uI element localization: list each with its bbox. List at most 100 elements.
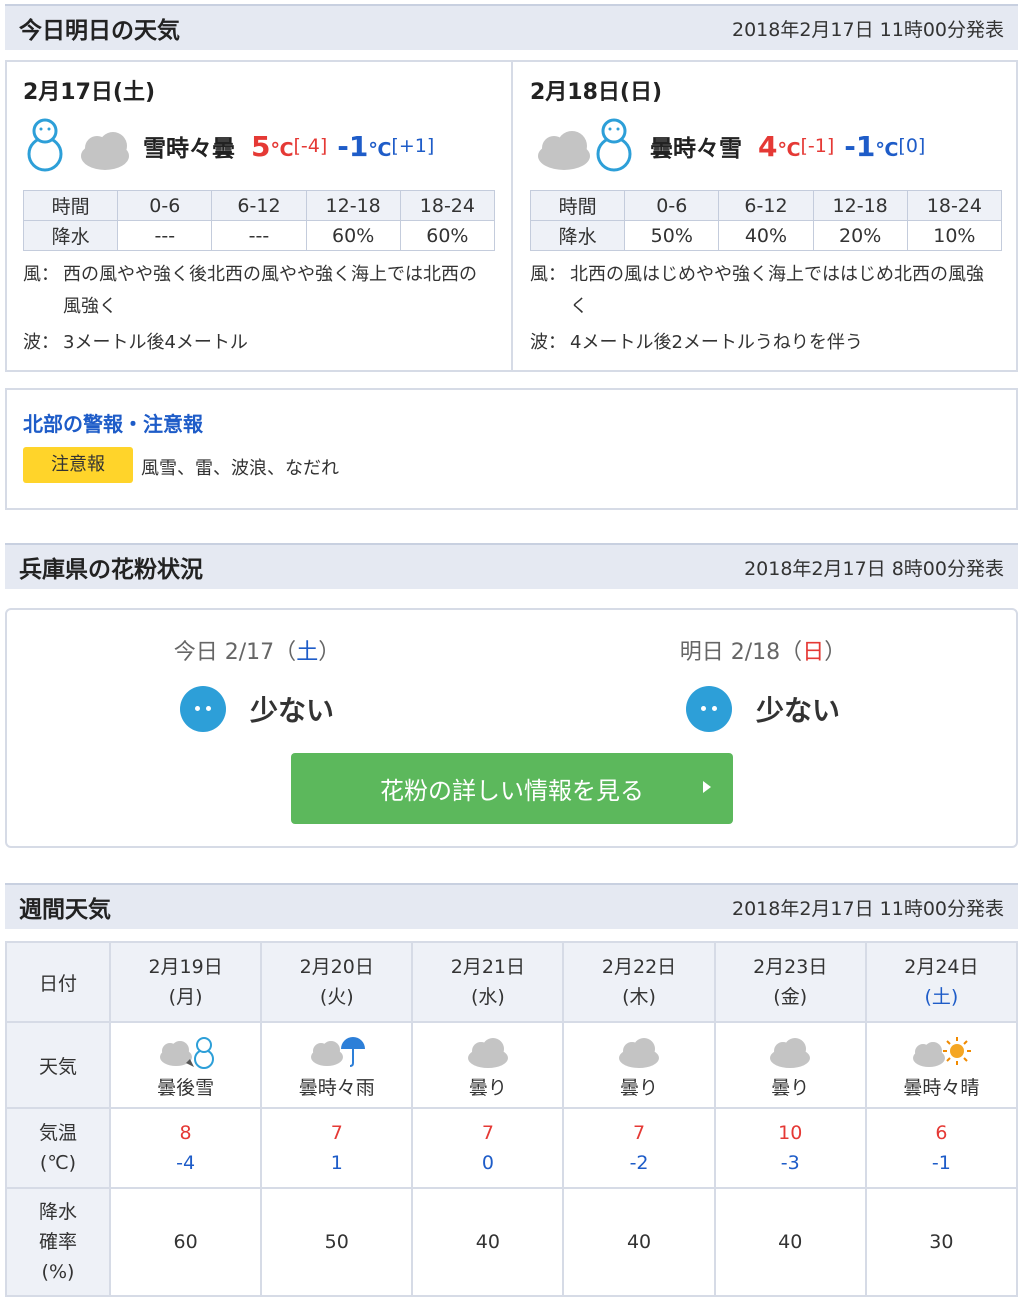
day-date: 2月18日(日) bbox=[530, 80, 663, 105]
week-weather-cell: 曇り bbox=[411, 1021, 565, 1109]
weather-name: 雪時々曇 bbox=[143, 136, 235, 162]
cloud-icon bbox=[538, 131, 590, 170]
week-weather-cell: 曇後雪 bbox=[108, 1021, 263, 1109]
temp-high-diff: [-1] bbox=[800, 135, 835, 157]
week-temp-cell: 8 -4 bbox=[108, 1107, 263, 1189]
week-date-cell: 2月22日 (木) bbox=[562, 941, 716, 1023]
precip-cell: 50% bbox=[624, 220, 720, 251]
week-date-cell: 2月21日 (水) bbox=[411, 941, 565, 1023]
weather-icon-group bbox=[530, 116, 640, 176]
week-precip-cell: 50 bbox=[260, 1187, 414, 1297]
published-time: 2018年2月17日 8時00分発表 bbox=[744, 557, 1004, 580]
precip-header-cell: 0-6 bbox=[624, 190, 720, 221]
temp-high: 4℃ bbox=[758, 129, 801, 163]
precip-header-cell: 6-12 bbox=[211, 190, 307, 221]
precip-header-cell: 0-6 bbox=[117, 190, 213, 221]
published-time: 2018年2月17日 11時00分発表 bbox=[731, 897, 1004, 920]
today-tomorrow-header: 今日明日の天気 2018年2月17日 11時00分発表 bbox=[5, 4, 1018, 50]
pollen-details-button[interactable]: 花粉の詳しい情報を見る bbox=[291, 753, 733, 824]
week-temp-cell: 70 bbox=[411, 1107, 565, 1189]
precip-cell: 10% bbox=[906, 220, 1003, 251]
precip-header-cell: 6-12 bbox=[718, 190, 814, 221]
week-temp-cell: 10 -3 bbox=[713, 1107, 867, 1189]
week-weather-cell: 曇時々雨 bbox=[260, 1021, 414, 1109]
warning-link[interactable]: 北部の警報・注意報 bbox=[23, 408, 203, 437]
temp-low-diff: [0] bbox=[898, 135, 926, 157]
pollen-header: 兵庫県の花粉状況 2018年2月17日 8時00分発表 bbox=[5, 543, 1018, 589]
pollen-face-icon bbox=[179, 686, 226, 732]
week-date-cell: 2月23日 (金) bbox=[713, 941, 867, 1023]
week-date-cell: 2月19日 (月) bbox=[108, 941, 263, 1023]
temp-low-diff: [+1] bbox=[391, 135, 435, 157]
pollen-level: 少ない bbox=[249, 694, 334, 727]
week-weather-cell: 曇時々晴 bbox=[864, 1021, 1019, 1109]
pollen-today: 今日 2/17（土） 少ない bbox=[7, 610, 507, 732]
precip-header-cell: 12-18 bbox=[812, 190, 908, 221]
precip-header-cell: 18-24 bbox=[906, 190, 1003, 221]
weekly-table: 日付 2月19日 (月) 2月20日 (火) 2月21日 (水) 2月22日 (木) 2… bbox=[5, 941, 1019, 1297]
wind-info: 風： 北西の風はじめやや強く海上でははじめ北西の風強く bbox=[530, 264, 984, 317]
temp-low: -1℃ bbox=[844, 129, 899, 163]
today-tomorrow-panel: 2月17日(土) 雪時々曇 5℃ [-4] -1℃ [+1] 時間 0-6 6-… bbox=[5, 60, 1018, 372]
precip-header-cell: 時間 bbox=[529, 190, 626, 221]
button-label: 花粉の詳しい情報を見る bbox=[380, 777, 644, 805]
cloud-sun-icon bbox=[901, 1031, 981, 1071]
precip-cell: 降水 bbox=[22, 220, 119, 251]
row-label-temp: 気温 (℃) bbox=[5, 1107, 111, 1189]
precip-cell: 20% bbox=[812, 220, 908, 251]
cloud-icon bbox=[599, 1031, 679, 1071]
precip-cell: --- bbox=[117, 220, 213, 251]
week-date-cell: 2月20日 (火) bbox=[260, 941, 414, 1023]
week-precip-cell: 40 bbox=[411, 1187, 565, 1297]
wind-info: 風： 西の風やや強く後北西の風やや強く海上では北西の風強く bbox=[23, 264, 477, 317]
precip-header-cell: 時間 bbox=[22, 190, 119, 221]
temp-low: -1℃ bbox=[337, 129, 392, 163]
week-temp-cell: 6 -1 bbox=[864, 1107, 1019, 1189]
precip-cell: 40% bbox=[718, 220, 814, 251]
arrow-right-icon bbox=[703, 781, 711, 793]
day-date: 2月17日(土) bbox=[23, 80, 156, 105]
precip-cell: 降水 bbox=[529, 220, 626, 251]
section-title: 週間天気 bbox=[19, 897, 111, 923]
pollen-level: 少ない bbox=[755, 694, 840, 727]
row-label-precip: 降水 確率 (%) bbox=[5, 1187, 111, 1297]
cloud-umbrella-icon bbox=[297, 1031, 377, 1071]
precip-cell: --- bbox=[211, 220, 307, 251]
cloud-icon bbox=[448, 1031, 528, 1071]
pollen-panel: 今日 2/17（土） 少ない 明日 2/18（日） 少ない 花粉の詳しい情報を見… bbox=[5, 608, 1018, 848]
week-precip-cell: 40 bbox=[713, 1187, 867, 1297]
pollen-face-icon bbox=[685, 686, 732, 732]
pollen-date: 明日 2/18（日） bbox=[679, 640, 847, 665]
weekly-header: 週間天気 2018年2月17日 11時00分発表 bbox=[5, 883, 1018, 929]
week-temp-cell: 71 bbox=[260, 1107, 414, 1189]
wave-info: 波： 3メートル後4メートル bbox=[23, 332, 248, 353]
day-card-tomorrow: 2月18日(日) 曇時々雪 4℃ [-1] -1℃ [0] 時間 0-6 6-1… bbox=[514, 62, 1018, 370]
week-weather-cell: 曇り bbox=[562, 1021, 716, 1109]
snowman-icon bbox=[596, 118, 632, 172]
week-precip-cell: 40 bbox=[562, 1187, 716, 1297]
week-weather-cell: 曇り bbox=[713, 1021, 867, 1109]
cloud-then-snowman-icon bbox=[146, 1031, 226, 1071]
advisory-badge: 注意報 bbox=[23, 447, 133, 483]
weather-icon-group bbox=[23, 116, 133, 176]
advisory-list: 風雪、雷、波浪、なだれ bbox=[141, 458, 339, 479]
cloud-icon bbox=[81, 132, 129, 170]
week-date-cell: 2月24日 (土) bbox=[864, 941, 1019, 1023]
precip-cell: 60% bbox=[305, 220, 401, 251]
wave-info: 波： 4メートル後2メートルうねりを伴う bbox=[530, 332, 863, 353]
day-card-today: 2月17日(土) 雪時々曇 5℃ [-4] -1℃ [+1] 時間 0-6 6-… bbox=[7, 62, 513, 370]
precip-header-cell: 18-24 bbox=[399, 190, 496, 221]
precip-table: 時間 0-6 6-12 12-18 18-24 降水 --- --- 60% 6… bbox=[22, 190, 496, 251]
row-label-date: 日付 bbox=[5, 941, 111, 1023]
week-precip-cell: 60 bbox=[108, 1187, 263, 1297]
section-title: 兵庫県の花粉状況 bbox=[19, 557, 203, 583]
warning-panel: 北部の警報・注意報 注意報 風雪、雷、波浪、なだれ bbox=[5, 388, 1018, 510]
published-time: 2018年2月17日 11時00分発表 bbox=[731, 18, 1004, 41]
precip-table: 時間 0-6 6-12 12-18 18-24 降水 50% 40% 20% 1… bbox=[529, 190, 1003, 251]
week-precip-cell: 30 bbox=[864, 1187, 1019, 1297]
pollen-date: 今日 2/17（土） bbox=[173, 640, 341, 665]
cloud-icon bbox=[750, 1031, 830, 1071]
temp-high: 5℃ bbox=[251, 129, 294, 163]
snowman-icon bbox=[27, 118, 63, 172]
precip-cell: 60% bbox=[399, 220, 496, 251]
